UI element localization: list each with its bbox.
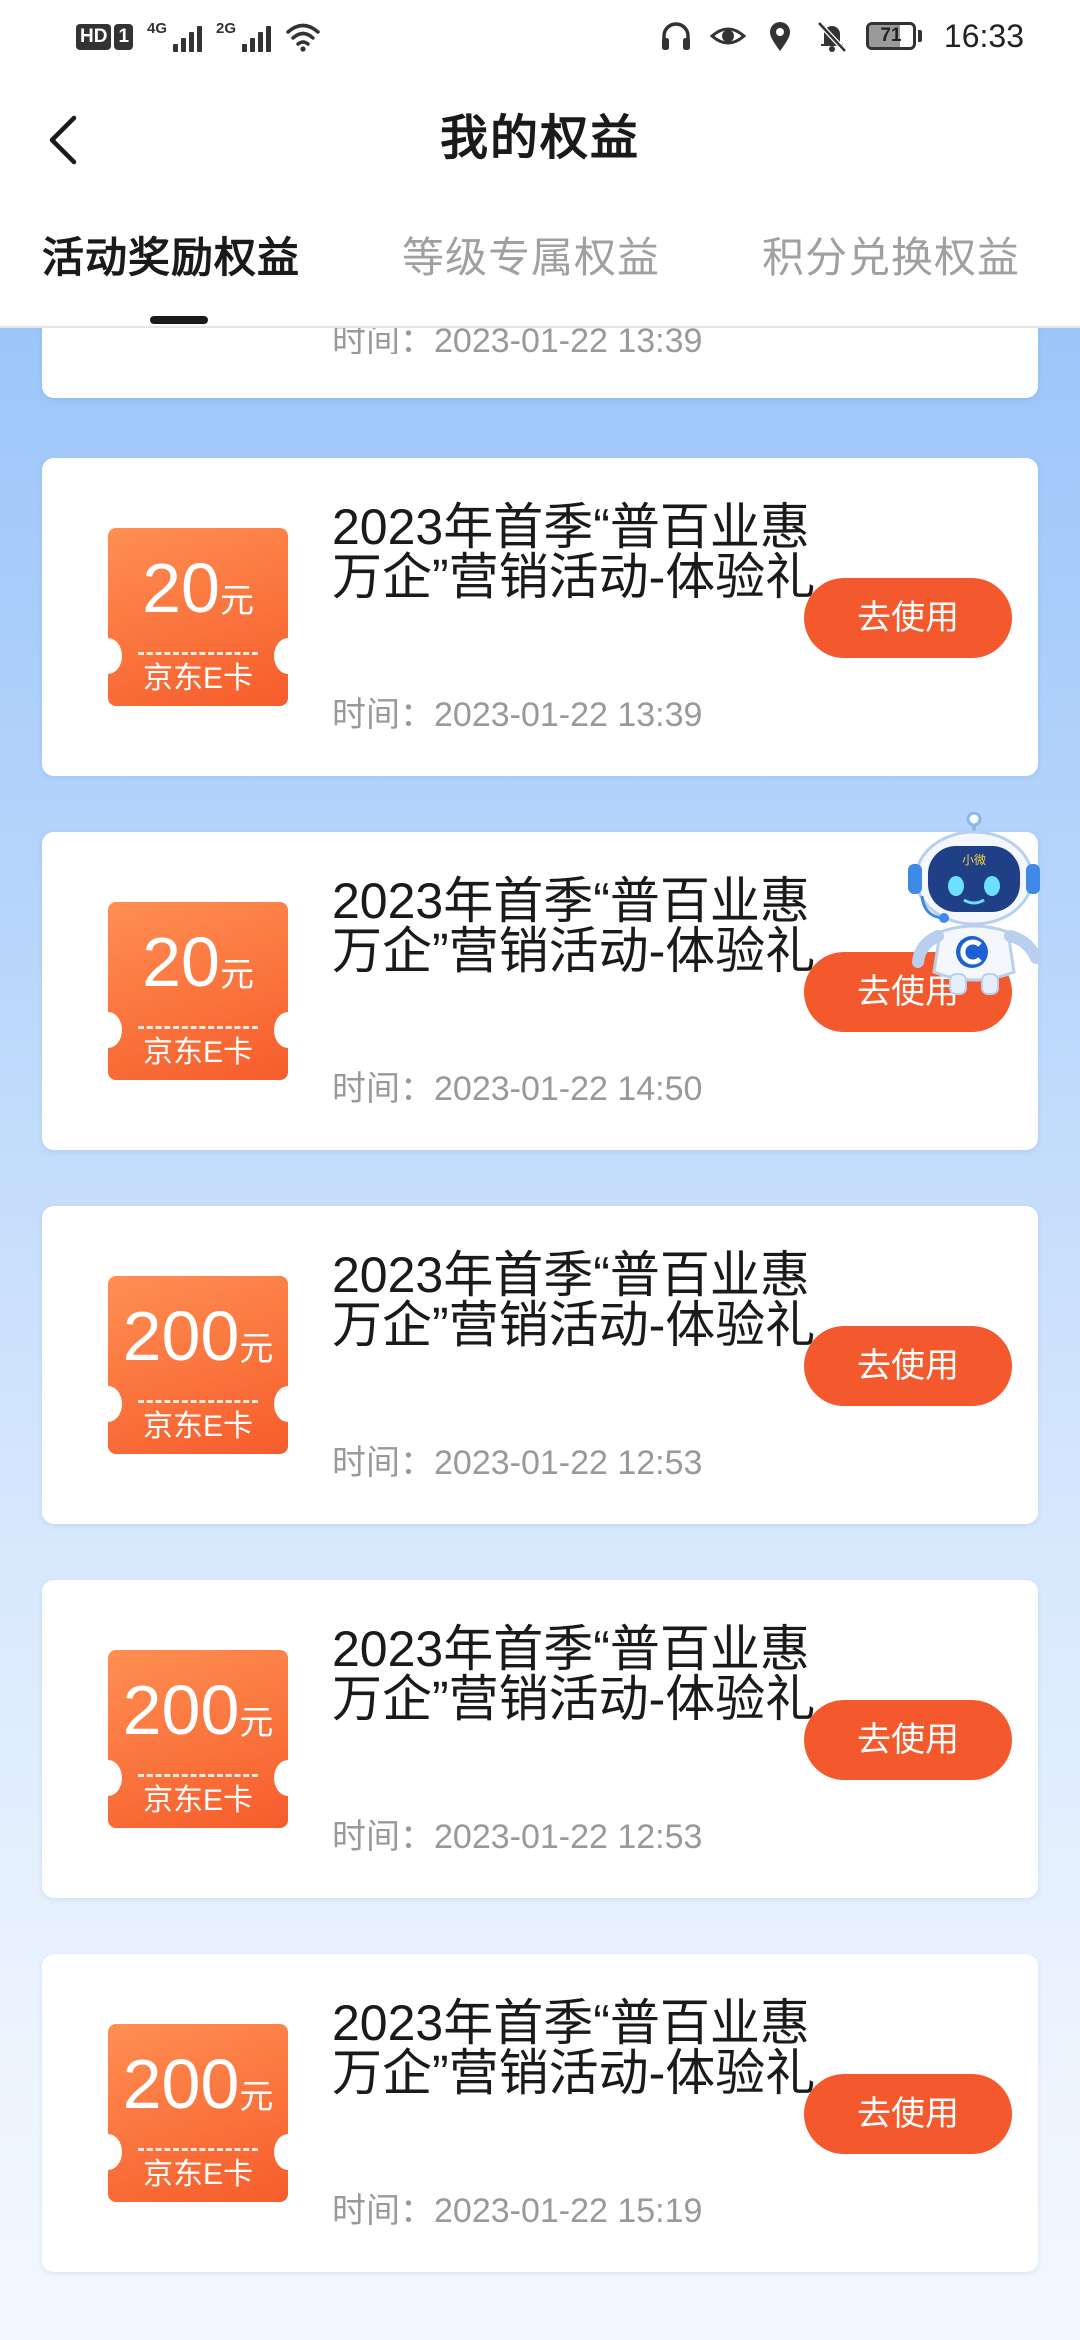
coupon-ticket: 20元 京东E卡 bbox=[108, 902, 288, 1080]
coupon-amount: 200元 bbox=[108, 2044, 288, 2144]
status-time: 16:33 bbox=[943, 17, 1024, 54]
hd-indicator: HD 1 bbox=[76, 24, 134, 50]
mute-bell-icon bbox=[817, 21, 847, 53]
coupon-card-type: 京东E卡 bbox=[142, 2158, 253, 2191]
coupon-time: 时间：2023-01-22 13:39 bbox=[332, 328, 703, 354]
battery-icon: 71 bbox=[865, 22, 922, 50]
coupon-amount-value: 20 bbox=[142, 549, 220, 627]
coupon-amount-value: 200 bbox=[122, 1297, 240, 1375]
use-coupon-button[interactable]: 去使用 bbox=[804, 2074, 1012, 2154]
tab-points-exchange[interactable]: 积分兑换权益 bbox=[762, 228, 1020, 288]
tab-bar: 活动奖励权益 等级专属权益 积分兑换权益 bbox=[0, 204, 1080, 328]
coupon-amount-unit: 元 bbox=[239, 1330, 274, 1368]
coupon-card: 200元 京东E卡 2023年首季“普百业惠万企”营销活动-体验礼 时间：202… bbox=[42, 1206, 1038, 1524]
sim2-generation: 2G bbox=[216, 20, 237, 37]
coupon-name: 2023年首季“普百业惠万企”营销活动-体验礼 bbox=[332, 499, 816, 605]
coupon-card-type: 京东E卡 bbox=[142, 1410, 253, 1443]
use-coupon-button[interactable]: 去使用 bbox=[804, 578, 1012, 658]
page-title: 我的权益 bbox=[439, 112, 640, 165]
coupon-name: 2023年首季“普百业惠万企”营销活动-体验礼 bbox=[332, 1247, 816, 1353]
coupon-card: 20元 京东E卡 2023年首季“普百业惠万企”营销活动-体验礼 时间：2023… bbox=[42, 458, 1038, 776]
tab-level-exclusive[interactable]: 等级专属权益 bbox=[402, 228, 660, 288]
coupon-name: 2023年首季“普百业惠万企”营销活动-体验礼 bbox=[332, 1995, 816, 2101]
coupon-amount-value: 20 bbox=[142, 923, 220, 1001]
headphones-icon bbox=[661, 22, 690, 50]
coupon-amount-unit: 元 bbox=[219, 582, 254, 620]
coupon-time: 时间：2023-01-22 12:53 bbox=[332, 1818, 703, 1856]
hd-label: HD bbox=[76, 24, 112, 50]
coupon-amount: 20元 bbox=[108, 922, 288, 1022]
coupon-amount-unit: 元 bbox=[239, 1704, 274, 1742]
page-header: 我的权益 bbox=[0, 74, 1080, 204]
status-bar: HD 1 4G 2G 71 16:33 bbox=[0, 0, 1080, 74]
coupon-card-type: 京东E卡 bbox=[142, 662, 253, 695]
battery-level: 71 bbox=[880, 25, 902, 46]
coupon-time: 时间：2023-01-22 12:53 bbox=[332, 1444, 703, 1482]
coupon-amount: 200元 bbox=[108, 1670, 288, 1770]
coupon-ticket: 20元 京东E卡 bbox=[108, 528, 288, 706]
robot-assistant-icon[interactable]: 小微 bbox=[906, 812, 1042, 998]
wifi-icon bbox=[286, 23, 320, 52]
coupon-time: 时间：2023-01-22 13:39 bbox=[332, 696, 703, 734]
status-bar-left: HD 1 4G 2G bbox=[76, 16, 321, 58]
coupon-amount-value: 200 bbox=[122, 1671, 240, 1749]
coupon-ticket: 200元 京东E卡 bbox=[108, 1276, 288, 1454]
coupon-amount: 200元 bbox=[108, 1296, 288, 1396]
coupon-card-type: 京东E卡 bbox=[142, 1036, 253, 1069]
coupon-name: 2023年首季“普百业惠万企”营销活动-体验礼 bbox=[332, 873, 816, 979]
coupon-card-type: 京东E卡 bbox=[142, 1784, 253, 1817]
active-tab-indicator bbox=[150, 316, 208, 324]
use-coupon-button[interactable]: 去使用 bbox=[804, 1700, 1012, 1780]
eye-icon bbox=[709, 27, 746, 45]
sim2-signal-icon: 2G bbox=[216, 20, 272, 52]
assistant-badge-text: 小微 bbox=[962, 853, 986, 867]
coupon-amount-unit: 元 bbox=[219, 956, 254, 994]
coupon-card: 20元 京东E卡 2023年首季“普百业惠万企”营销活动-体验礼 时间：2023… bbox=[42, 832, 1038, 1150]
sim1-signal-icon: 4G bbox=[147, 20, 203, 52]
coupon-ticket: 200元 京东E卡 bbox=[108, 2024, 288, 2202]
coupon-amount-value: 200 bbox=[122, 2045, 240, 2123]
use-coupon-button[interactable]: 去使用 bbox=[804, 1326, 1012, 1406]
sim1-generation: 4G bbox=[147, 20, 168, 37]
sim-label: 1 bbox=[114, 24, 134, 50]
status-bar-right: 71 16:33 bbox=[658, 14, 1024, 58]
coupon-card: 200元 京东E卡 2023年首季“普百业惠万企”营销活动-体验礼 时间：202… bbox=[42, 1954, 1038, 2272]
coupon-time: 时间：2023-01-22 14:50 bbox=[332, 1070, 703, 1108]
coupon-name: 2023年首季“普百业惠万企”营销活动-体验礼 bbox=[332, 1621, 816, 1727]
coupon-card-partial: 时间：2023-01-22 13:39 bbox=[42, 328, 1038, 398]
coupon-amount-unit: 元 bbox=[239, 2078, 274, 2116]
location-icon bbox=[769, 22, 790, 51]
coupon-list[interactable]: 时间：2023-01-22 13:39 20元 京东E卡 2023年首季“普百业… bbox=[0, 328, 1080, 2340]
tab-activity-rewards[interactable]: 活动奖励权益 bbox=[42, 228, 300, 288]
coupon-time: 时间：2023-01-22 15:19 bbox=[332, 2192, 703, 2230]
coupon-card: 200元 京东E卡 2023年首季“普百业惠万企”营销活动-体验礼 时间：202… bbox=[42, 1580, 1038, 1898]
coupon-ticket: 200元 京东E卡 bbox=[108, 1650, 288, 1828]
coupon-amount: 20元 bbox=[108, 548, 288, 648]
